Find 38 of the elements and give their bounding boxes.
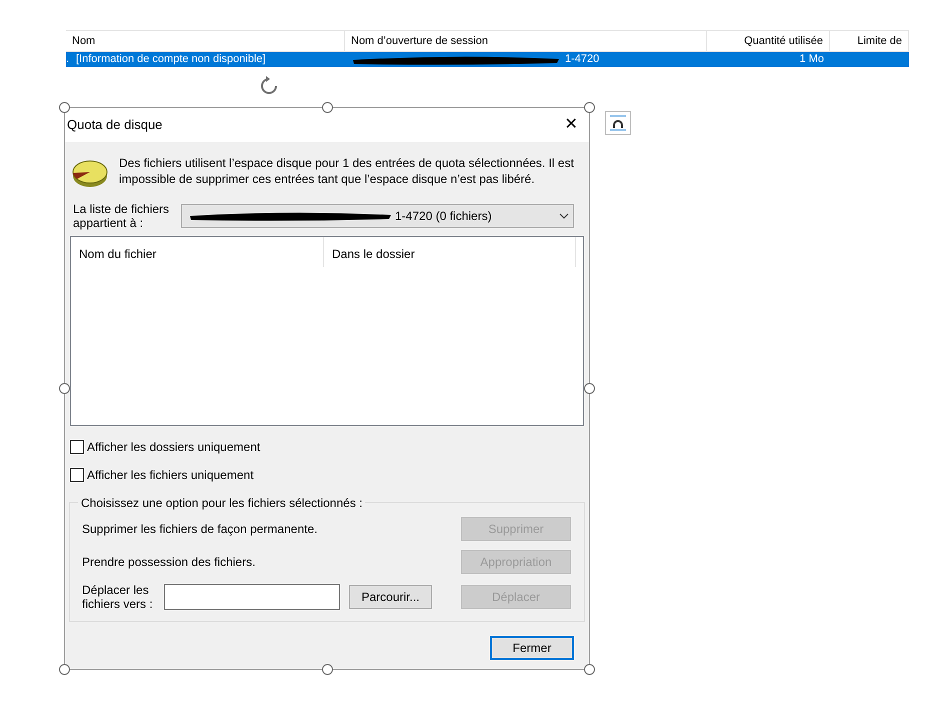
- message-text: Des fichiers utilisent l’espace disque pour 1 des entrées de quota sélectionnées. Il est impossible de supprimer ces entrées tant que l’espace disque n’est pas libéré.: [119, 155, 575, 188]
- rotate-handle-icon[interactable]: [258, 75, 280, 97]
- checkbox[interactable]: [70, 440, 84, 454]
- resize-handle[interactable]: [59, 664, 70, 675]
- file-list[interactable]: Nom du fichier Dans le dossier: [70, 236, 584, 426]
- table-cell: [Information de compte non disponible]: [76, 52, 266, 67]
- checkbox-label: Afficher les dossiers uniquement: [87, 439, 260, 456]
- column-header[interactable]: Quantité utilisée: [707, 31, 830, 51]
- table-cell: 1 Mo: [800, 53, 824, 65]
- resize-handle[interactable]: [322, 664, 333, 675]
- resize-handle[interactable]: [59, 102, 70, 113]
- table-cell: 1-4720: [565, 52, 600, 67]
- column-header[interactable]: Nom du fichier: [71, 237, 324, 267]
- chevron-down-icon: [559, 213, 569, 219]
- resize-handle[interactable]: [322, 102, 333, 113]
- checkbox[interactable]: [70, 468, 84, 482]
- window-title: Quota de disque: [67, 116, 162, 134]
- resize-handle[interactable]: [59, 383, 70, 394]
- checkbox-label: Afficher les fichiers uniquement: [87, 467, 254, 484]
- action-label: Supprimer les fichiers de façon permanente.: [82, 521, 318, 538]
- resize-handle[interactable]: [584, 664, 595, 675]
- table-row[interactable]: . [Information de compte non disponible] 1-4720 1 Mo: [66, 52, 909, 67]
- owner-label: La liste de fichiers appartient à :: [73, 202, 170, 230]
- column-header[interactable]: Nom: [66, 31, 345, 51]
- destination-field[interactable]: [164, 584, 340, 610]
- move-label: Déplacer les fichiers vers :: [82, 583, 154, 611]
- layout-options-icon[interactable]: [605, 111, 631, 135]
- close-dialog-button[interactable]: Fermer: [490, 636, 574, 660]
- column-header[interactable]: Nom d’ouverture de session: [345, 31, 707, 51]
- action-label: Prendre possession des fichiers.: [82, 554, 256, 571]
- column-header[interactable]: Dans le dossier: [324, 237, 576, 267]
- dropdown-value: 1-4720 (0 fichiers): [395, 208, 493, 225]
- resize-handle[interactable]: [584, 383, 595, 394]
- table-cell-text: .: [66, 52, 70, 67]
- column-header[interactable]: Limite de: [830, 31, 909, 51]
- resize-handle[interactable]: [584, 102, 595, 113]
- owner-dropdown[interactable]: 1-4720 (0 fichiers): [181, 204, 574, 228]
- close-button[interactable]: ✕: [553, 110, 589, 140]
